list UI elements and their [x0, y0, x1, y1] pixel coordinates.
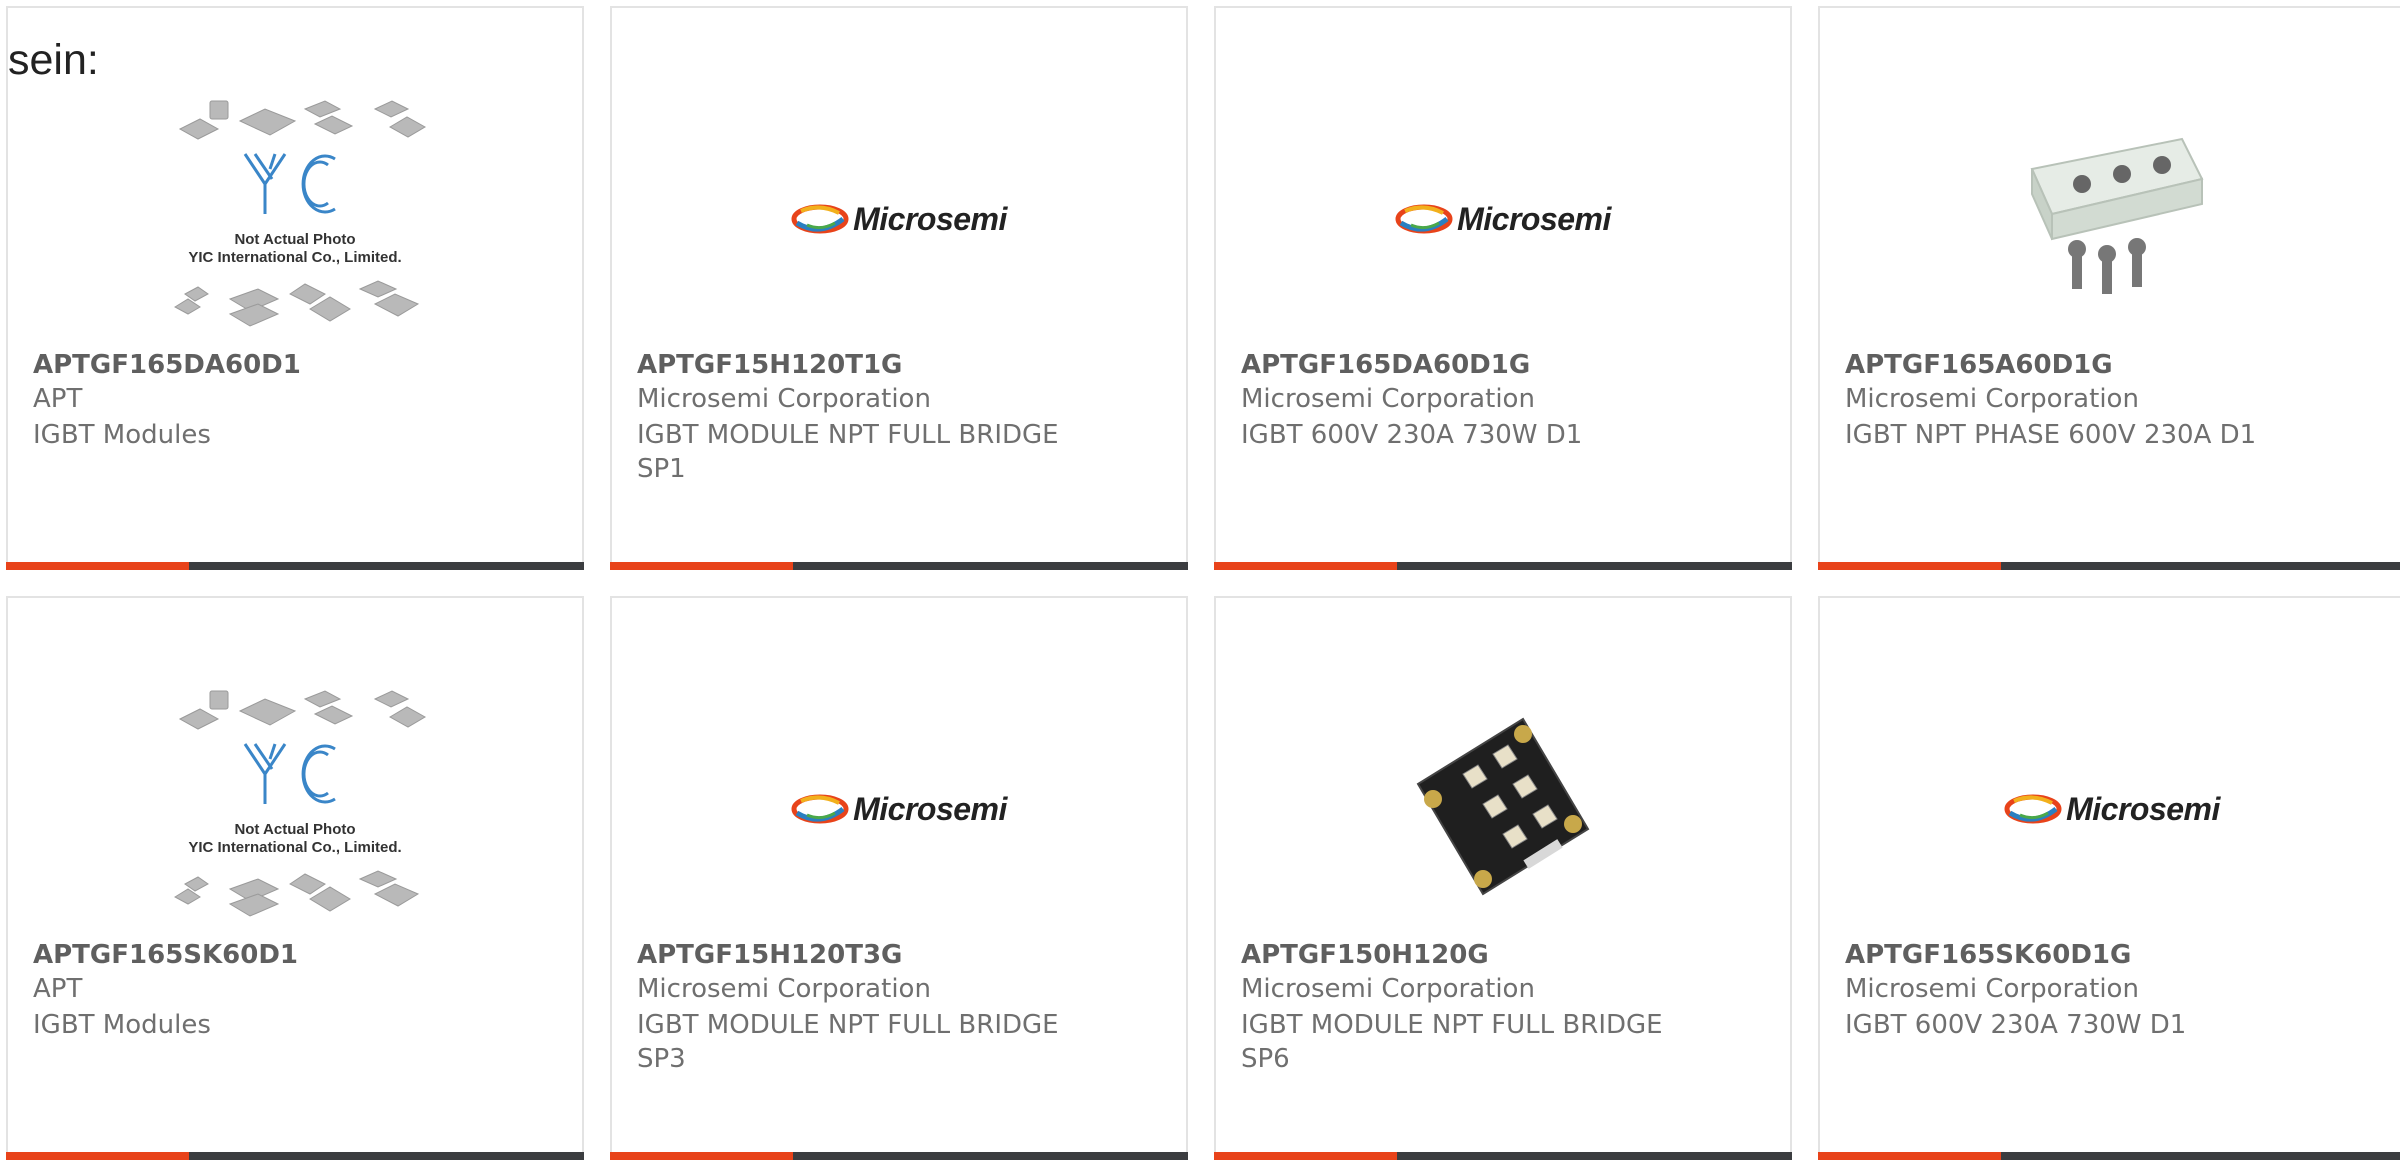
part-number[interactable]: APTGF15H120T1G	[637, 350, 902, 380]
manufacturer: Microsemi Corporation	[1845, 384, 2139, 414]
card-bar-accent	[1214, 1152, 1397, 1160]
manufacturer: APT	[33, 384, 83, 414]
microsemi-wordmark: Microsemi	[853, 200, 1007, 237]
product-card[interactable]: Microsemi APTGF165SK60D1G Microsemi Corp…	[1818, 596, 2400, 1160]
product-image[interactable]: Not Actual Photo YIC International Co., …	[8, 684, 582, 934]
microsemi-logo: Microsemi	[2004, 791, 2220, 828]
manufacturer: Microsemi Corporation	[1845, 974, 2139, 1004]
card-bar	[610, 562, 1188, 570]
igbt-module-black-image	[1416, 717, 1590, 896]
yic-placeholder-image: Not Actual Photo YIC International Co., …	[160, 99, 430, 339]
yic-placeholder-image: Not Actual Photo YIC International Co., …	[160, 689, 430, 929]
microsemi-wordmark: Microsemi	[1457, 200, 1611, 237]
manufacturer: Microsemi Corporation	[1241, 384, 1535, 414]
product-card[interactable]: Not Actual Photo YIC International Co., …	[6, 596, 584, 1160]
product-card[interactable]: Not Actual Photo YIC International Co., …	[6, 6, 584, 570]
microsemi-wordmark: Microsemi	[2066, 790, 2220, 827]
card-bar-accent	[6, 562, 189, 570]
chip-icons	[173, 690, 427, 917]
card-bar	[1818, 562, 2400, 570]
microsemi-swirl-icon	[791, 204, 849, 234]
manufacturer: Microsemi Corporation	[637, 384, 931, 414]
microsemi-logo: Microsemi	[791, 791, 1007, 828]
product-image[interactable]: Microsemi	[612, 94, 1186, 344]
card-bar-accent	[610, 562, 793, 570]
product-card[interactable]: Microsemi APTGF15H120T1G Microsemi Corpo…	[610, 6, 1188, 570]
product-image[interactable]: Not Actual Photo YIC International Co., …	[8, 94, 582, 344]
igbt-module-white-image	[2030, 137, 2204, 294]
description: IGBT MODULE NPT FULL BRIDGE SP3	[637, 1010, 1059, 1074]
description: IGBT 600V 230A 730W D1	[1845, 1010, 2187, 1040]
product-card[interactable]: APTGF165A60D1G Microsemi Corporation IGB…	[1818, 6, 2400, 570]
manufacturer: Microsemi Corporation	[1241, 974, 1535, 1004]
product-image[interactable]: Microsemi	[612, 684, 1186, 934]
part-number[interactable]: APTGF150H120G	[1241, 940, 1489, 970]
manufacturer: APT	[33, 974, 83, 1004]
card-bar	[1818, 1152, 2400, 1160]
part-number[interactable]: APTGF165DA60D1G	[1241, 350, 1530, 380]
manufacturer: Microsemi Corporation	[637, 974, 931, 1004]
card-bar	[6, 1152, 584, 1160]
card-bar	[1214, 1152, 1792, 1160]
part-number[interactable]: APTGF165SK60D1	[33, 940, 298, 970]
yic-line-1: Not Actual Photo	[234, 231, 356, 248]
description: IGBT Modules	[33, 420, 211, 450]
part-number[interactable]: APTGF165SK60D1G	[1845, 940, 2131, 970]
product-card[interactable]: Microsemi APTGF165DA60D1G Microsemi Corp…	[1214, 6, 1792, 570]
microsemi-swirl-icon	[1395, 204, 1453, 234]
microsemi-swirl-icon	[791, 794, 849, 824]
microsemi-logo: Microsemi	[791, 201, 1007, 238]
product-grid: Not Actual Photo YIC International Co., …	[6, 6, 2400, 1167]
intro-text: sein:	[8, 36, 99, 84]
yic-line-2: YIC International Co., Limited.	[188, 249, 402, 266]
card-bar-accent	[1818, 562, 2001, 570]
product-image[interactable]: Microsemi	[1216, 94, 1790, 344]
microsemi-wordmark: Microsemi	[853, 790, 1007, 827]
description: IGBT NPT PHASE 600V 230A D1	[1845, 420, 2257, 450]
description: IGBT MODULE NPT FULL BRIDGE SP1	[637, 420, 1059, 484]
part-number[interactable]: APTGF165DA60D1	[33, 350, 301, 380]
product-image[interactable]: Microsemi	[1820, 684, 2400, 934]
product-card[interactable]: APTGF150H120G Microsemi Corporation IGBT…	[1214, 596, 1792, 1160]
microsemi-swirl-icon	[2004, 794, 2062, 824]
product-image[interactable]	[1820, 94, 2400, 344]
part-number[interactable]: APTGF165A60D1G	[1845, 350, 2113, 380]
yic-line-1: Not Actual Photo	[234, 821, 356, 838]
card-bar-accent	[1818, 1152, 2001, 1160]
yic-line-2: YIC International Co., Limited.	[188, 839, 402, 856]
product-image[interactable]	[1216, 684, 1790, 934]
card-bar	[1214, 562, 1792, 570]
description: IGBT MODULE NPT FULL BRIDGE SP6	[1241, 1010, 1663, 1074]
card-bar	[610, 1152, 1188, 1160]
product-card[interactable]: Microsemi APTGF15H120T3G Microsemi Corpo…	[610, 596, 1188, 1160]
card-bar	[6, 562, 584, 570]
card-bar-accent	[1214, 562, 1397, 570]
part-number[interactable]: APTGF15H120T3G	[637, 940, 902, 970]
card-bar-accent	[610, 1152, 793, 1160]
description: IGBT 600V 230A 730W D1	[1241, 420, 1583, 450]
description: IGBT Modules	[33, 1010, 211, 1040]
chip-icons	[173, 100, 427, 327]
card-bar-accent	[6, 1152, 189, 1160]
microsemi-logo: Microsemi	[1395, 201, 1611, 238]
